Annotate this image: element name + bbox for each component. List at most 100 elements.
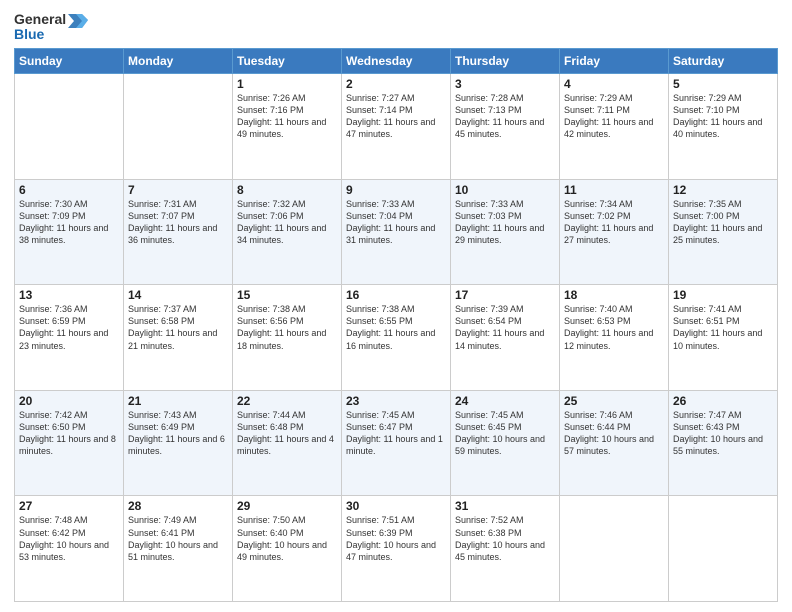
- day-info: Sunrise: 7:30 AM Sunset: 7:09 PM Dayligh…: [19, 198, 119, 247]
- logo-arrow-icon: [68, 10, 88, 28]
- calendar-cell: 20Sunrise: 7:42 AM Sunset: 6:50 PM Dayli…: [15, 390, 124, 496]
- calendar-header-row: SundayMondayTuesdayWednesdayThursdayFrid…: [15, 49, 778, 74]
- calendar-cell: 4Sunrise: 7:29 AM Sunset: 7:11 PM Daylig…: [560, 74, 669, 180]
- logo: General Blue: [14, 10, 88, 42]
- day-info: Sunrise: 7:40 AM Sunset: 6:53 PM Dayligh…: [564, 303, 664, 352]
- day-info: Sunrise: 7:51 AM Sunset: 6:39 PM Dayligh…: [346, 514, 446, 563]
- day-number: 28: [128, 499, 228, 513]
- day-info: Sunrise: 7:38 AM Sunset: 6:55 PM Dayligh…: [346, 303, 446, 352]
- calendar-cell: [15, 74, 124, 180]
- calendar-cell: 31Sunrise: 7:52 AM Sunset: 6:38 PM Dayli…: [451, 496, 560, 602]
- day-info: Sunrise: 7:50 AM Sunset: 6:40 PM Dayligh…: [237, 514, 337, 563]
- day-info: Sunrise: 7:49 AM Sunset: 6:41 PM Dayligh…: [128, 514, 228, 563]
- day-info: Sunrise: 7:29 AM Sunset: 7:10 PM Dayligh…: [673, 92, 773, 141]
- day-number: 31: [455, 499, 555, 513]
- calendar-cell: 14Sunrise: 7:37 AM Sunset: 6:58 PM Dayli…: [124, 285, 233, 391]
- day-of-week-header: Saturday: [669, 49, 778, 74]
- day-info: Sunrise: 7:48 AM Sunset: 6:42 PM Dayligh…: [19, 514, 119, 563]
- day-number: 30: [346, 499, 446, 513]
- calendar-cell: 10Sunrise: 7:33 AM Sunset: 7:03 PM Dayli…: [451, 179, 560, 285]
- day-number: 4: [564, 77, 664, 91]
- day-number: 16: [346, 288, 446, 302]
- calendar-row: 20Sunrise: 7:42 AM Sunset: 6:50 PM Dayli…: [15, 390, 778, 496]
- calendar-cell: [124, 74, 233, 180]
- day-of-week-header: Thursday: [451, 49, 560, 74]
- calendar-cell: 18Sunrise: 7:40 AM Sunset: 6:53 PM Dayli…: [560, 285, 669, 391]
- calendar-cell: 24Sunrise: 7:45 AM Sunset: 6:45 PM Dayli…: [451, 390, 560, 496]
- day-number: 6: [19, 183, 119, 197]
- day-info: Sunrise: 7:44 AM Sunset: 6:48 PM Dayligh…: [237, 409, 337, 458]
- day-number: 5: [673, 77, 773, 91]
- day-of-week-header: Monday: [124, 49, 233, 74]
- calendar-cell: 2Sunrise: 7:27 AM Sunset: 7:14 PM Daylig…: [342, 74, 451, 180]
- logo-wordmark: General Blue: [14, 10, 88, 42]
- day-info: Sunrise: 7:33 AM Sunset: 7:04 PM Dayligh…: [346, 198, 446, 247]
- calendar-cell: 27Sunrise: 7:48 AM Sunset: 6:42 PM Dayli…: [15, 496, 124, 602]
- calendar-cell: 11Sunrise: 7:34 AM Sunset: 7:02 PM Dayli…: [560, 179, 669, 285]
- day-number: 29: [237, 499, 337, 513]
- day-info: Sunrise: 7:32 AM Sunset: 7:06 PM Dayligh…: [237, 198, 337, 247]
- day-info: Sunrise: 7:45 AM Sunset: 6:47 PM Dayligh…: [346, 409, 446, 458]
- calendar-cell: 22Sunrise: 7:44 AM Sunset: 6:48 PM Dayli…: [233, 390, 342, 496]
- day-number: 21: [128, 394, 228, 408]
- calendar-cell: 21Sunrise: 7:43 AM Sunset: 6:49 PM Dayli…: [124, 390, 233, 496]
- day-of-week-header: Sunday: [15, 49, 124, 74]
- day-number: 9: [346, 183, 446, 197]
- day-of-week-header: Wednesday: [342, 49, 451, 74]
- day-number: 14: [128, 288, 228, 302]
- calendar-cell: 7Sunrise: 7:31 AM Sunset: 7:07 PM Daylig…: [124, 179, 233, 285]
- day-info: Sunrise: 7:34 AM Sunset: 7:02 PM Dayligh…: [564, 198, 664, 247]
- calendar-cell: 6Sunrise: 7:30 AM Sunset: 7:09 PM Daylig…: [15, 179, 124, 285]
- day-number: 10: [455, 183, 555, 197]
- day-number: 23: [346, 394, 446, 408]
- day-number: 15: [237, 288, 337, 302]
- logo-general-text: General: [14, 11, 66, 27]
- day-number: 24: [455, 394, 555, 408]
- day-info: Sunrise: 7:43 AM Sunset: 6:49 PM Dayligh…: [128, 409, 228, 458]
- day-of-week-header: Tuesday: [233, 49, 342, 74]
- day-info: Sunrise: 7:29 AM Sunset: 7:11 PM Dayligh…: [564, 92, 664, 141]
- day-number: 8: [237, 183, 337, 197]
- day-number: 2: [346, 77, 446, 91]
- day-number: 25: [564, 394, 664, 408]
- day-info: Sunrise: 7:27 AM Sunset: 7:14 PM Dayligh…: [346, 92, 446, 141]
- day-info: Sunrise: 7:26 AM Sunset: 7:16 PM Dayligh…: [237, 92, 337, 141]
- day-number: 3: [455, 77, 555, 91]
- day-info: Sunrise: 7:41 AM Sunset: 6:51 PM Dayligh…: [673, 303, 773, 352]
- day-info: Sunrise: 7:47 AM Sunset: 6:43 PM Dayligh…: [673, 409, 773, 458]
- day-info: Sunrise: 7:52 AM Sunset: 6:38 PM Dayligh…: [455, 514, 555, 563]
- calendar-cell: 29Sunrise: 7:50 AM Sunset: 6:40 PM Dayli…: [233, 496, 342, 602]
- day-number: 19: [673, 288, 773, 302]
- day-info: Sunrise: 7:36 AM Sunset: 6:59 PM Dayligh…: [19, 303, 119, 352]
- calendar-cell: 8Sunrise: 7:32 AM Sunset: 7:06 PM Daylig…: [233, 179, 342, 285]
- day-number: 26: [673, 394, 773, 408]
- calendar-cell: [669, 496, 778, 602]
- calendar-row: 6Sunrise: 7:30 AM Sunset: 7:09 PM Daylig…: [15, 179, 778, 285]
- page: General Blue SundayMondayTuesdayWednesda…: [0, 0, 792, 612]
- day-info: Sunrise: 7:46 AM Sunset: 6:44 PM Dayligh…: [564, 409, 664, 458]
- day-info: Sunrise: 7:37 AM Sunset: 6:58 PM Dayligh…: [128, 303, 228, 352]
- day-number: 17: [455, 288, 555, 302]
- calendar-row: 1Sunrise: 7:26 AM Sunset: 7:16 PM Daylig…: [15, 74, 778, 180]
- calendar-cell: 5Sunrise: 7:29 AM Sunset: 7:10 PM Daylig…: [669, 74, 778, 180]
- calendar-cell: 17Sunrise: 7:39 AM Sunset: 6:54 PM Dayli…: [451, 285, 560, 391]
- calendar-cell: 13Sunrise: 7:36 AM Sunset: 6:59 PM Dayli…: [15, 285, 124, 391]
- day-number: 11: [564, 183, 664, 197]
- day-info: Sunrise: 7:33 AM Sunset: 7:03 PM Dayligh…: [455, 198, 555, 247]
- day-of-week-header: Friday: [560, 49, 669, 74]
- day-info: Sunrise: 7:35 AM Sunset: 7:00 PM Dayligh…: [673, 198, 773, 247]
- calendar-cell: 26Sunrise: 7:47 AM Sunset: 6:43 PM Dayli…: [669, 390, 778, 496]
- day-info: Sunrise: 7:42 AM Sunset: 6:50 PM Dayligh…: [19, 409, 119, 458]
- calendar-cell: 15Sunrise: 7:38 AM Sunset: 6:56 PM Dayli…: [233, 285, 342, 391]
- calendar-cell: 19Sunrise: 7:41 AM Sunset: 6:51 PM Dayli…: [669, 285, 778, 391]
- calendar-cell: 1Sunrise: 7:26 AM Sunset: 7:16 PM Daylig…: [233, 74, 342, 180]
- calendar-cell: 3Sunrise: 7:28 AM Sunset: 7:13 PM Daylig…: [451, 74, 560, 180]
- day-number: 22: [237, 394, 337, 408]
- calendar-cell: [560, 496, 669, 602]
- calendar-cell: 9Sunrise: 7:33 AM Sunset: 7:04 PM Daylig…: [342, 179, 451, 285]
- calendar-table: SundayMondayTuesdayWednesdayThursdayFrid…: [14, 48, 778, 602]
- calendar-cell: 25Sunrise: 7:46 AM Sunset: 6:44 PM Dayli…: [560, 390, 669, 496]
- day-number: 18: [564, 288, 664, 302]
- day-number: 27: [19, 499, 119, 513]
- calendar-cell: 23Sunrise: 7:45 AM Sunset: 6:47 PM Dayli…: [342, 390, 451, 496]
